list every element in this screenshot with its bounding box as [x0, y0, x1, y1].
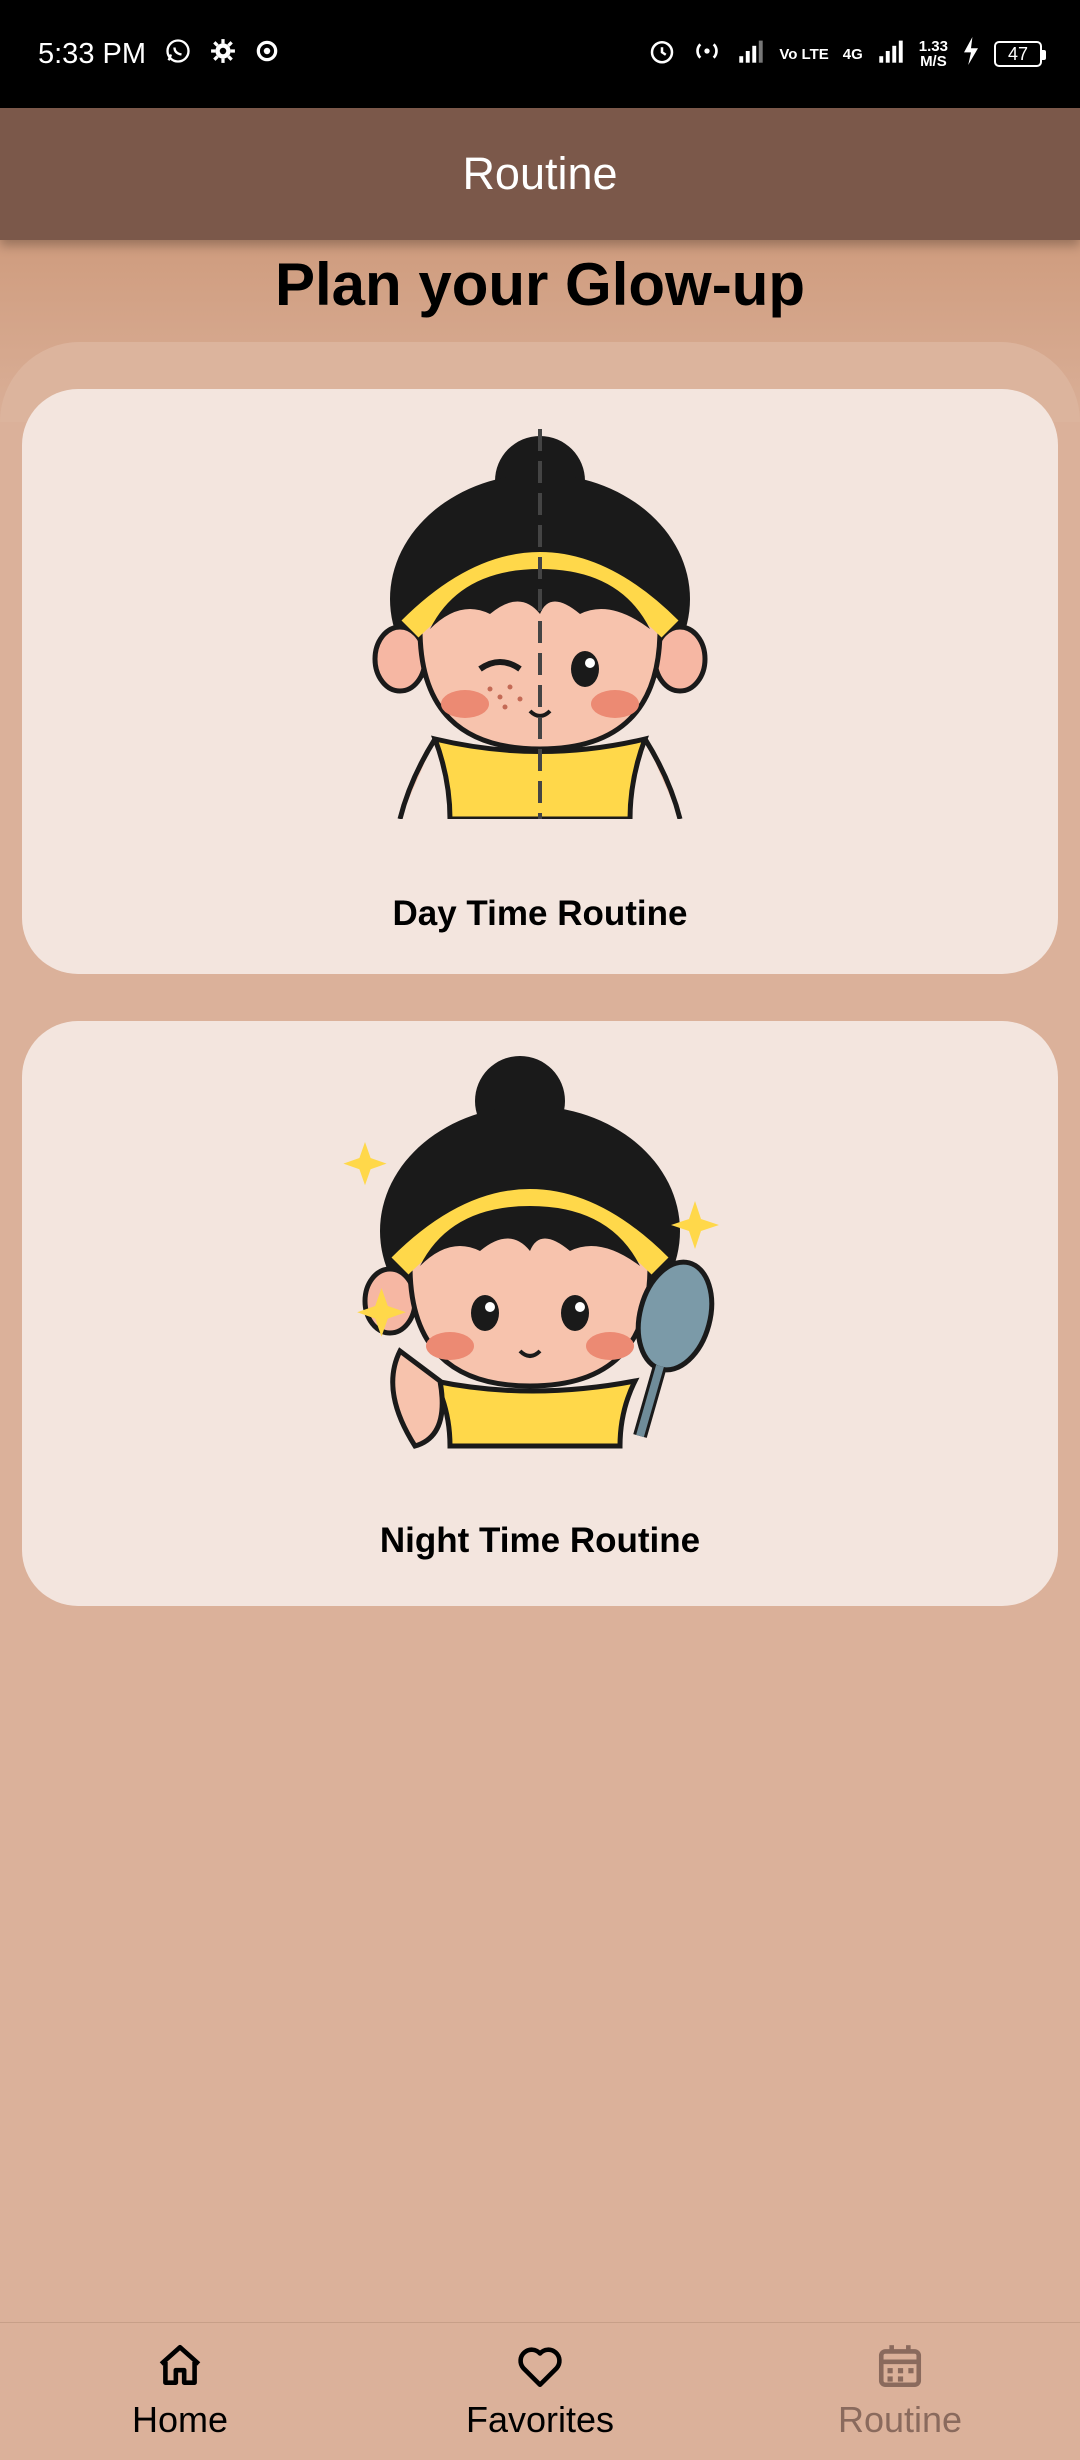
nav-home[interactable]: Home [60, 2341, 300, 2441]
face-mirror-illustration [343, 1056, 719, 1449]
status-left: 5:33 PM [38, 37, 280, 72]
charging-icon [962, 37, 980, 71]
nav-home-label: Home [131, 2399, 229, 2440]
calendar-icon [878, 2345, 922, 2388]
home-icon [159, 2344, 201, 2385]
heart-icon [518, 2347, 562, 2388]
bottom-navigation: Home Favorites Routine [0, 2322, 1080, 2460]
day-time-routine-label: Day Time Routine [392, 894, 688, 933]
night-time-routine-card[interactable]: Night Time Routine [22, 1021, 1058, 1606]
nav-routine-label: Routine [837, 2399, 963, 2440]
page-heading: Plan your Glow-up [274, 251, 805, 318]
face-split-illustration [372, 429, 708, 819]
nav-routine[interactable]: Routine [780, 2341, 1020, 2441]
status-right: Vo LTE 4G 1.33 M/S 47 [647, 36, 1046, 72]
status-bar: 5:33 PM Vo LTE 4G 1.33 M/S 47 [0, 0, 1080, 108]
day-time-routine-card[interactable]: Day Time Routine [22, 389, 1058, 974]
gear-icon [210, 38, 236, 71]
status-time: 5:33 PM [38, 37, 146, 70]
app-bar-title: Routine [462, 148, 618, 199]
night-time-routine-label: Night Time Routine [379, 1521, 701, 1560]
signal-4g-icon [877, 38, 905, 70]
app-bar: Routine [0, 108, 1080, 240]
whatsapp-icon [164, 37, 192, 72]
volte-icon: Vo LTE [779, 45, 829, 63]
settings-icon [254, 38, 280, 71]
hotspot-icon [691, 37, 723, 71]
network-type: 4G [842, 45, 863, 63]
alarm-icon [647, 36, 677, 72]
nav-favorites[interactable]: Favorites [420, 2341, 660, 2441]
data-speed: 1.33 M/S [919, 39, 948, 69]
data-speed-unit: M/S [920, 53, 947, 70]
battery-indicator: 47 [994, 41, 1046, 67]
signal-icon [737, 38, 765, 70]
nav-favorites-label: Favorites [465, 2399, 615, 2440]
